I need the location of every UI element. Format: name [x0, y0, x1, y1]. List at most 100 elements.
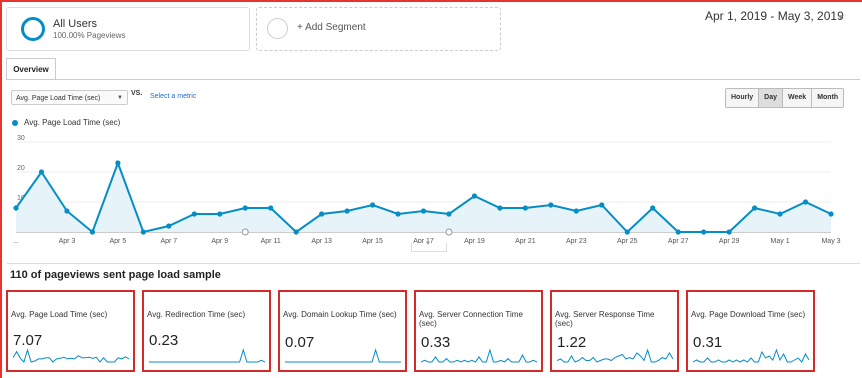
- segment-all-users[interactable]: All Users 100.00% Pageviews: [6, 7, 250, 51]
- data-point[interactable]: [268, 205, 274, 211]
- chevron-down-icon[interactable]: ▼: [837, 13, 845, 22]
- metric-title: Avg. Page Load Time (sec): [11, 310, 108, 319]
- data-point[interactable]: [777, 211, 783, 217]
- data-point[interactable]: [64, 208, 70, 214]
- sparkline-path: [285, 348, 401, 363]
- data-point[interactable]: [751, 205, 758, 211]
- chevron-down-icon: ▼: [117, 95, 123, 101]
- sparkline: [13, 348, 129, 363]
- granularity-toggle: Hourly Day Week Month: [725, 88, 845, 108]
- sparkline: [149, 348, 265, 363]
- data-point[interactable]: [319, 211, 325, 217]
- data-point[interactable]: [13, 205, 19, 211]
- x-tick-label: May 3: [821, 238, 840, 245]
- chart-collapse-tab[interactable]: ▼: [411, 241, 447, 252]
- metric-card-page-download[interactable]: Avg. Page Download Time (sec) 0.31: [686, 290, 815, 372]
- annotation-marker[interactable]: [241, 228, 249, 236]
- metric-card-redirection[interactable]: Avg. Redirection Time (sec) 0.23: [142, 290, 271, 372]
- date-range[interactable]: Apr 1, 2019 - May 3, 2019: [705, 9, 844, 23]
- data-point[interactable]: [726, 229, 732, 235]
- data-point[interactable]: [446, 211, 452, 217]
- data-point[interactable]: [701, 229, 707, 235]
- segment-ring-icon: [21, 17, 45, 41]
- metric-value: 7.07: [13, 332, 43, 349]
- main-chart[interactable]: 3020100...Apr 3Apr 5Apr 7Apr 9Apr 11Apr …: [0, 132, 862, 252]
- chevron-down-icon: ▼: [425, 241, 431, 247]
- section-header: 110 of pageviews sent page load sample: [7, 263, 860, 284]
- add-segment-label: + Add Segment: [297, 22, 366, 33]
- data-point[interactable]: [828, 211, 834, 217]
- select-metric-link[interactable]: Select a metric: [150, 93, 196, 100]
- data-point[interactable]: [675, 229, 681, 235]
- x-tick-label: Apr 5: [110, 238, 127, 245]
- data-point[interactable]: [420, 208, 427, 214]
- data-point[interactable]: [89, 229, 96, 235]
- data-point[interactable]: [38, 169, 45, 175]
- metric-card-server-connection[interactable]: Avg. Server Connection Time (sec) 0.33: [414, 290, 543, 372]
- tab-overview[interactable]: Overview: [6, 58, 56, 80]
- metric-select[interactable]: Avg. Page Load Time (sec) ▼: [11, 90, 128, 105]
- metric-title: Avg. Redirection Time (sec): [147, 310, 246, 319]
- series-area: [16, 163, 831, 232]
- data-point[interactable]: [344, 208, 350, 214]
- data-point[interactable]: [624, 229, 630, 235]
- granularity-week[interactable]: Week: [783, 89, 813, 107]
- legend-dot: [12, 119, 18, 126]
- data-point[interactable]: [599, 202, 605, 208]
- data-point[interactable]: [471, 193, 478, 199]
- x-tick-label: Apr 7: [160, 238, 177, 245]
- data-point[interactable]: [140, 229, 146, 235]
- data-point[interactable]: [573, 208, 579, 214]
- add-segment-ring-icon: [267, 18, 288, 39]
- x-tick-label: Apr 11: [261, 238, 281, 245]
- sparkline-path: [149, 348, 265, 363]
- metric-title: Avg. Server Connection Time (sec): [419, 310, 523, 328]
- sparkline-path: [557, 348, 673, 363]
- data-point[interactable]: [242, 205, 248, 211]
- data-point[interactable]: [650, 205, 656, 211]
- granularity-month[interactable]: Month: [812, 89, 844, 107]
- data-point[interactable]: [497, 205, 503, 211]
- x-tick-label: Apr 27: [668, 238, 689, 245]
- section-title: 110 of pageviews sent page load sample: [10, 269, 221, 281]
- data-point[interactable]: [166, 223, 172, 229]
- annotation-marker[interactable]: [445, 228, 453, 236]
- x-tick-label: Apr 19: [464, 238, 485, 245]
- data-point[interactable]: [217, 211, 223, 217]
- granularity-day[interactable]: Day: [759, 89, 784, 107]
- metric-title: Avg. Server Response Time (sec): [555, 310, 655, 328]
- sparkline-path: [421, 348, 537, 363]
- metric-title: Avg. Page Download Time (sec): [691, 310, 806, 319]
- add-segment[interactable]: + Add Segment: [256, 7, 501, 51]
- data-point[interactable]: [191, 211, 197, 217]
- metric-select-label: Avg. Page Load Time (sec): [16, 95, 101, 102]
- sparkline: [693, 348, 809, 363]
- sparkline: [285, 348, 401, 363]
- sparkline-path: [693, 348, 809, 363]
- x-tick-label: Apr 21: [515, 238, 536, 245]
- metric-card-domain-lookup[interactable]: Avg. Domain Lookup Time (sec) 0.07: [278, 290, 407, 372]
- vs-label: VS.: [131, 90, 143, 97]
- x-tick-label: Apr 3: [59, 238, 76, 245]
- data-point[interactable]: [395, 211, 401, 217]
- sparkline-path: [13, 348, 129, 363]
- metric-card-server-response[interactable]: Avg. Server Response Time (sec) 1.22: [550, 290, 679, 372]
- x-tick-label: May 1: [771, 238, 790, 245]
- data-point[interactable]: [522, 205, 528, 211]
- x-tick-label: Apr 9: [211, 238, 228, 245]
- data-point[interactable]: [293, 229, 299, 235]
- metric-card-page-load[interactable]: Avg. Page Load Time (sec) 7.07: [6, 290, 135, 372]
- x-tick-label: Apr 23: [566, 238, 587, 245]
- data-point[interactable]: [369, 202, 376, 208]
- x-tick-label: Apr 29: [719, 238, 740, 245]
- granularity-hourly[interactable]: Hourly: [726, 89, 760, 107]
- chart-legend: Avg. Page Load Time (sec): [12, 118, 120, 127]
- metric-title: Avg. Domain Lookup Time (sec): [283, 310, 397, 319]
- segment-sub: 100.00% Pageviews: [53, 31, 126, 40]
- metric-value: 0.23: [149, 332, 179, 349]
- data-point[interactable]: [115, 160, 121, 166]
- data-point[interactable]: [548, 202, 554, 208]
- legend-label: Avg. Page Load Time (sec): [24, 118, 121, 127]
- data-point[interactable]: [802, 199, 809, 205]
- x-tick-label: Apr 25: [617, 238, 638, 245]
